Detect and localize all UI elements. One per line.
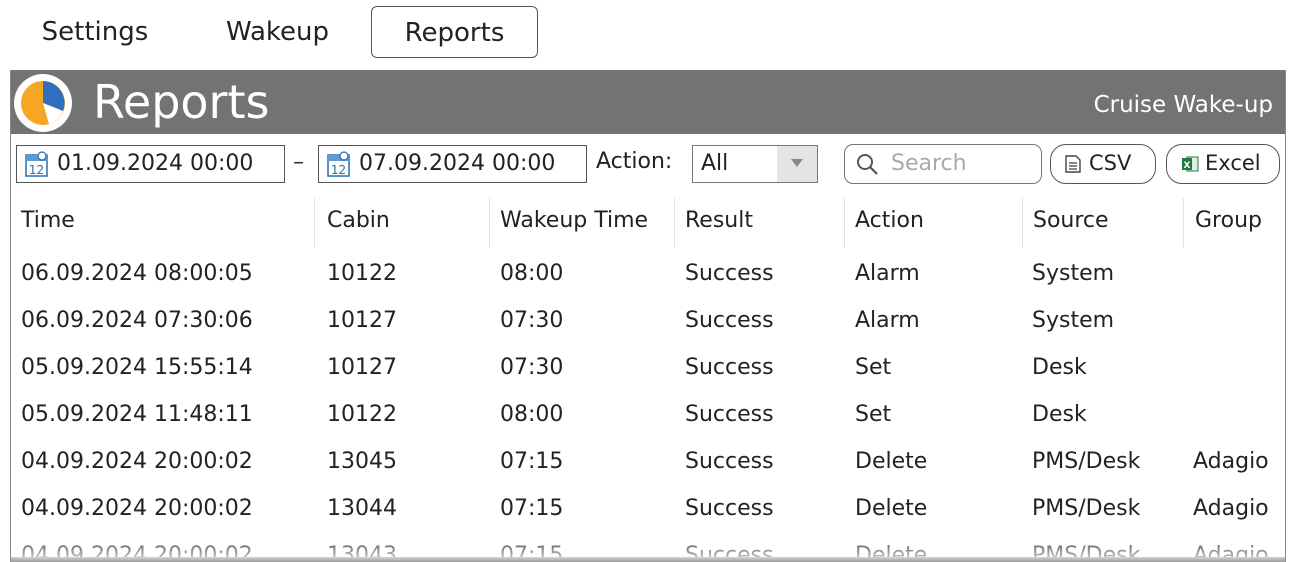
column-divider bbox=[1183, 198, 1184, 248]
reports-table: Time Cabin Wakeup Time Result Action Sou… bbox=[11, 196, 1285, 562]
cell-result: Success bbox=[685, 402, 774, 427]
cell-wakeup-time: 07:15 bbox=[500, 449, 564, 474]
cell-wakeup-time: 08:00 bbox=[500, 402, 564, 427]
cell-cabin: 13044 bbox=[327, 496, 397, 521]
csv-button-label: CSV bbox=[1089, 151, 1132, 175]
cell-action: Set bbox=[855, 355, 892, 380]
csv-file-icon bbox=[1065, 155, 1081, 173]
column-divider bbox=[674, 198, 675, 248]
svg-text:12: 12 bbox=[29, 163, 44, 177]
dropdown-arrow-icon[interactable] bbox=[777, 146, 817, 182]
cell-result: Success bbox=[685, 449, 774, 474]
date-to-field[interactable]: 12 07.09.2024 00:00 bbox=[318, 145, 587, 183]
table-row[interactable]: 06.09.2024 07:30:06 10127 07:30 Success … bbox=[11, 297, 1285, 344]
cell-time: 05.09.2024 15:55:14 bbox=[21, 355, 253, 380]
page-title: Reports bbox=[93, 75, 270, 129]
column-header-cabin[interactable]: Cabin bbox=[327, 198, 487, 248]
date-to-value: 07.09.2024 00:00 bbox=[359, 151, 556, 176]
tab-settings[interactable]: Settings bbox=[30, 6, 160, 58]
cell-result: Success bbox=[685, 308, 774, 333]
cell-cabin: 10122 bbox=[327, 402, 397, 427]
action-select-value: All bbox=[701, 151, 729, 176]
cell-result: Success bbox=[685, 496, 774, 521]
cell-wakeup-time: 07:30 bbox=[500, 355, 564, 380]
csv-export-button[interactable]: CSV bbox=[1050, 144, 1156, 184]
tab-reports[interactable]: Reports bbox=[371, 6, 538, 58]
cell-source: Desk bbox=[1032, 355, 1087, 380]
action-select[interactable]: All bbox=[692, 145, 818, 183]
filter-toolbar: 12 01.09.2024 00:00 – 12 07.09.2024 00:0… bbox=[11, 134, 1285, 196]
column-header-result[interactable]: Result bbox=[685, 198, 835, 248]
action-filter-label: Action: bbox=[596, 149, 673, 174]
cell-source: PMS/Desk bbox=[1032, 449, 1141, 474]
excel-button-label: Excel bbox=[1205, 151, 1261, 175]
search-placeholder: Search bbox=[891, 151, 967, 176]
cell-result: Success bbox=[685, 261, 774, 286]
calendar-icon[interactable]: 12 bbox=[327, 151, 351, 177]
column-divider bbox=[314, 198, 315, 248]
search-input[interactable]: Search bbox=[844, 144, 1042, 184]
excel-export-button[interactable]: X Excel bbox=[1166, 144, 1280, 184]
cell-cabin: 10127 bbox=[327, 308, 397, 333]
column-divider bbox=[844, 198, 845, 248]
cell-result: Success bbox=[685, 355, 774, 380]
cell-action: Alarm bbox=[855, 261, 920, 286]
cell-source: Desk bbox=[1032, 402, 1087, 427]
cell-time: 06.09.2024 07:30:06 bbox=[21, 308, 253, 333]
column-divider bbox=[1022, 198, 1023, 248]
cell-source: PMS/Desk bbox=[1032, 496, 1141, 521]
cell-time: 06.09.2024 08:00:05 bbox=[21, 261, 253, 286]
tab-bar: Settings Wakeup Reports bbox=[0, 0, 1290, 66]
svg-text:X: X bbox=[1184, 161, 1191, 171]
column-divider bbox=[489, 198, 490, 248]
cell-cabin: 10127 bbox=[327, 355, 397, 380]
cell-source: System bbox=[1032, 261, 1115, 286]
date-from-field[interactable]: 12 01.09.2024 00:00 bbox=[16, 145, 285, 183]
cell-time: 04.09.2024 20:00:02 bbox=[21, 449, 253, 474]
column-header-wakeup-time[interactable]: Wakeup Time bbox=[500, 198, 670, 248]
table-row[interactable]: 05.09.2024 11:48:11 10122 08:00 Success … bbox=[11, 391, 1285, 438]
title-bar: Reports Cruise Wake-up bbox=[11, 70, 1285, 134]
reports-logo-icon bbox=[14, 74, 72, 132]
tab-wakeup[interactable]: Wakeup bbox=[210, 6, 345, 58]
table-row[interactable]: 04.09.2024 20:00:02 13045 07:15 Success … bbox=[11, 438, 1285, 485]
column-header-group[interactable]: Group bbox=[1195, 198, 1283, 248]
column-header-action[interactable]: Action bbox=[855, 198, 1015, 248]
brand-label: Cruise Wake-up bbox=[1093, 92, 1273, 118]
cell-action: Delete bbox=[855, 449, 928, 474]
cell-group: Adagio bbox=[1193, 496, 1269, 521]
table-row[interactable]: 06.09.2024 08:00:05 10122 08:00 Success … bbox=[11, 250, 1285, 297]
cell-cabin: 13045 bbox=[327, 449, 397, 474]
search-icon bbox=[857, 154, 878, 175]
scroll-edge bbox=[11, 557, 1285, 562]
table-row[interactable]: 04.09.2024 20:00:02 13044 07:15 Success … bbox=[11, 485, 1285, 532]
column-header-source[interactable]: Source bbox=[1033, 198, 1173, 248]
excel-icon: X bbox=[1182, 156, 1199, 172]
cell-cabin: 10122 bbox=[327, 261, 397, 286]
cell-group: Adagio bbox=[1193, 449, 1269, 474]
cell-action: Set bbox=[855, 402, 892, 427]
table-row[interactable]: 05.09.2024 15:55:14 10127 07:30 Success … bbox=[11, 344, 1285, 391]
calendar-icon[interactable]: 12 bbox=[25, 151, 49, 177]
cell-action: Delete bbox=[855, 496, 928, 521]
reports-panel: Reports Cruise Wake-up 12 01.09.2024 00:… bbox=[10, 70, 1286, 562]
cell-wakeup-time: 07:15 bbox=[500, 496, 564, 521]
column-header-time[interactable]: Time bbox=[21, 198, 311, 248]
cell-wakeup-time: 07:30 bbox=[500, 308, 564, 333]
date-from-value: 01.09.2024 00:00 bbox=[57, 151, 254, 176]
cell-source: System bbox=[1032, 308, 1115, 333]
cell-time: 05.09.2024 11:48:11 bbox=[21, 402, 253, 427]
date-range-separator: – bbox=[293, 150, 304, 175]
cell-time: 04.09.2024 20:00:02 bbox=[21, 496, 253, 521]
cell-wakeup-time: 08:00 bbox=[500, 261, 564, 286]
cell-action: Alarm bbox=[855, 308, 920, 333]
svg-text:12: 12 bbox=[331, 163, 346, 177]
